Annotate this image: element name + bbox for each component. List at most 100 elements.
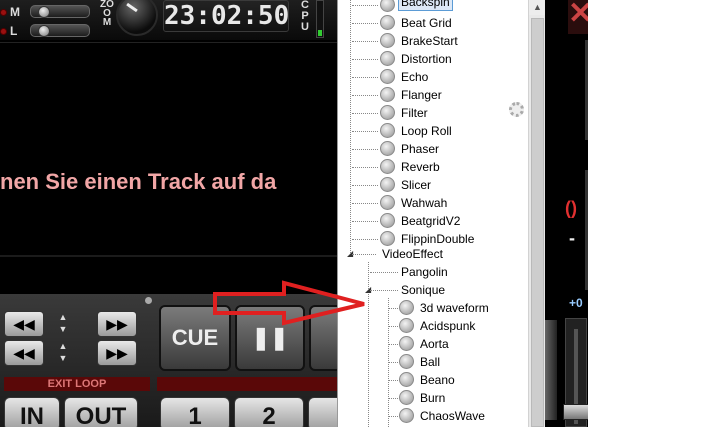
- effect-settings-gear-icon[interactable]: [509, 102, 524, 117]
- effect-ball-icon: [380, 213, 395, 228]
- effect-ball-icon: [399, 354, 414, 369]
- tree-node-label: Pangolin: [401, 265, 448, 279]
- tree-branch: [352, 59, 378, 60]
- tree-node-label: Sonique: [401, 283, 446, 297]
- loop-move-forward-button[interactable]: ▶▶: [97, 340, 137, 366]
- tree-branch: [389, 380, 398, 381]
- effect-label: Flanger: [401, 88, 442, 102]
- tree-branch: [352, 167, 378, 168]
- loop-in-button[interactable]: IN: [4, 397, 60, 427]
- tree-branch: [370, 272, 398, 273]
- red-arrow-annotation: [213, 280, 365, 326]
- mixer-l-indicator[interactable]: L: [0, 24, 24, 38]
- cpu-label: CPU: [301, 0, 309, 33]
- loop-double-button[interactable]: ▶▶: [97, 311, 137, 337]
- effect-ball-icon: [399, 300, 414, 315]
- tree-branch: [352, 203, 378, 204]
- right-deck-status: (): [565, 198, 577, 218]
- effect-ball-icon: [380, 87, 395, 102]
- jog-wheel[interactable]: [545, 320, 557, 420]
- effects-tree: Backspin Beat Grid BrakeStart Distortion Ech…: [337, 0, 546, 427]
- tree-branch: [389, 416, 398, 417]
- tree-branch: [352, 77, 378, 78]
- tree-branch: [389, 344, 398, 345]
- tree-line: [350, 0, 351, 255]
- deck-left: M L ZOOM 23:02:50 CPU nen Sie einen Trac…: [0, 0, 337, 427]
- effect-label: BrakeStart: [401, 34, 458, 48]
- effect-ball-icon: [380, 123, 395, 138]
- effect-ball-icon: [380, 195, 395, 210]
- tree-branch: [352, 113, 378, 114]
- close-icon[interactable]: ✕: [568, 0, 588, 34]
- effect-label: Distortion: [401, 52, 452, 66]
- effect-ball-icon: [380, 231, 395, 246]
- hotcue-3-button[interactable]: [308, 397, 337, 427]
- effect-ball-icon: [380, 33, 395, 48]
- sonique-label: 3d waveform: [420, 301, 489, 315]
- effect-label: BeatgridV2: [401, 214, 461, 228]
- mixer-l-knob[interactable]: [38, 25, 50, 37]
- tree-node-pangolin[interactable]: Pangolin: [401, 263, 448, 281]
- loop-half-button[interactable]: ◀◀: [4, 311, 44, 337]
- tree-branch: [389, 398, 398, 399]
- tree-branch: [352, 185, 378, 186]
- pitch-readout: +0: [569, 296, 583, 310]
- clock-display: 23:02:50: [163, 0, 290, 32]
- tree-node-label: VideoEffect: [382, 247, 443, 261]
- indicator-dot: [145, 297, 152, 304]
- effect-ball-icon: [380, 69, 395, 84]
- effect-label: Filter: [401, 106, 428, 120]
- divider: [585, 40, 588, 140]
- mixer-m-indicator[interactable]: M: [0, 5, 24, 19]
- effect-ball-icon: [380, 0, 395, 12]
- zoom-label: ZOOM: [100, 0, 114, 28]
- tree-node-sonique[interactable]: Sonique: [401, 281, 445, 299]
- tree-branch: [389, 308, 398, 309]
- track-load-message: nen Sie einen Track auf da: [0, 169, 277, 194]
- pitch-slider-knob[interactable]: [563, 404, 588, 420]
- divider: [0, 42, 337, 43]
- effect-ball-icon: [399, 390, 414, 405]
- tree-branch: [352, 254, 376, 255]
- effect-ball-icon: [380, 15, 395, 30]
- effect-label: Wahwah: [401, 196, 448, 210]
- tree-branch: [352, 95, 378, 96]
- sonique-label: ChaosWave: [420, 409, 485, 423]
- loop-size-stepper-top[interactable]: ▲ ▼: [56, 311, 70, 337]
- sonique-label: Aorta: [420, 337, 449, 351]
- tree-branch: [352, 23, 378, 24]
- tree-branch: [352, 131, 378, 132]
- tree-branch: [352, 221, 378, 222]
- loop-move-back-button[interactable]: ◀◀: [4, 340, 44, 366]
- tree-branch: [352, 239, 378, 240]
- sonique-label: Acidspunk: [420, 319, 476, 333]
- effect-label: Loop Roll: [401, 124, 452, 138]
- right-deck-value: -: [569, 228, 575, 248]
- tree-scrollbar[interactable]: ▲: [528, 0, 546, 427]
- hotcue-1-button[interactable]: 1: [160, 397, 230, 427]
- effect-ball-icon: [399, 408, 414, 423]
- hotcue-2-button[interactable]: 2: [234, 397, 304, 427]
- effect-ball-icon: [380, 177, 395, 192]
- sonique-label: Beano: [420, 373, 455, 387]
- effect-ball-icon: [399, 318, 414, 333]
- effect-label: Reverb: [401, 160, 440, 174]
- tree-branch: [352, 41, 378, 42]
- effect-ball-icon: [380, 105, 395, 120]
- cpu-meter: [316, 0, 324, 38]
- mixer-m-knob[interactable]: [38, 6, 50, 18]
- exit-loop-button[interactable]: EXIT LOOP: [4, 377, 150, 391]
- loop-status-strip: [157, 377, 337, 391]
- tree-branch: [352, 5, 378, 6]
- tree-branch: [352, 149, 378, 150]
- effect-label: Backspin: [398, 0, 453, 11]
- divider: [585, 170, 588, 290]
- effect-ball-icon: [380, 159, 395, 174]
- loop-size-stepper-bottom[interactable]: ▲ ▼: [56, 340, 70, 366]
- tree-node-videoeffect[interactable]: VideoEffect: [382, 245, 443, 263]
- mixer-m-label: M: [10, 5, 20, 19]
- scroll-up-icon[interactable]: ▲: [529, 0, 546, 15]
- effect-ball-icon: [399, 372, 414, 387]
- loop-out-button[interactable]: OUT: [64, 397, 138, 427]
- scrollbar-thumb[interactable]: [531, 18, 544, 427]
